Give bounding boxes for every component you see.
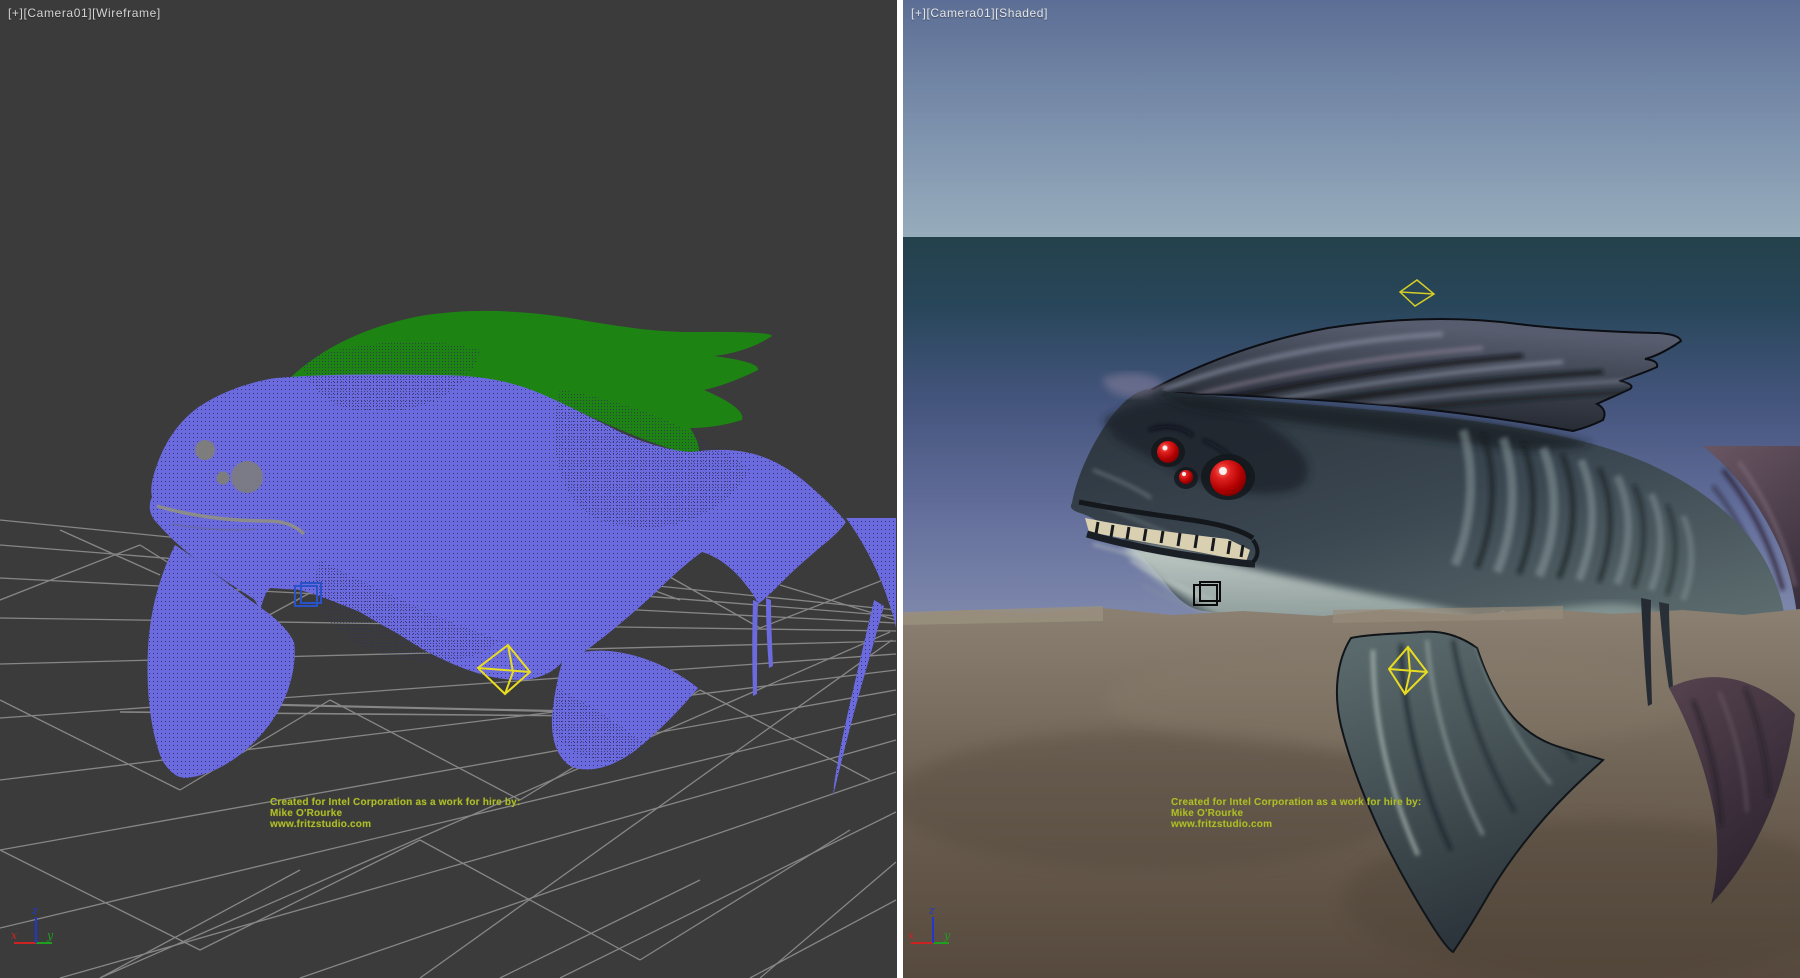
axis-y-label: y	[46, 929, 54, 942]
axis-gizmo: x y z	[2, 900, 72, 960]
axis-x-label: x	[908, 929, 915, 942]
credit-text: Created for Intel Corporation as a work …	[270, 797, 630, 830]
fish-model-wireframe[interactable]	[148, 311, 896, 796]
credit-line-3: www.fritzstudio.com	[270, 819, 630, 830]
viewport-label-shaded[interactable]: [+][Camera01][Shaded]	[911, 6, 1048, 20]
viewport-shaded[interactable]: [+][Camera01][Shaded] Created for Intel …	[903, 0, 1800, 978]
axis-z-label: z	[928, 904, 935, 917]
credit-line-3: www.fritzstudio.com	[1171, 819, 1531, 830]
credit-line-1: Created for Intel Corporation as a work …	[270, 797, 630, 808]
shaded-scene	[903, 0, 1800, 978]
credit-line-2: Mike O'Rourke	[270, 808, 630, 819]
axis-z-label: z	[31, 904, 38, 917]
dual-viewport-stage: [+][Camera01][Wireframe] Created for Int…	[0, 0, 1800, 978]
axis-gizmo-shaded: x y z	[905, 900, 975, 960]
axis-x-label: x	[11, 929, 18, 942]
credit-line-2: Mike O'Rourke	[1171, 808, 1531, 819]
viewport-wireframe[interactable]: [+][Camera01][Wireframe] Created for Int…	[0, 0, 897, 978]
wireframe-scene	[0, 0, 897, 978]
credit-text-shaded: Created for Intel Corporation as a work …	[1171, 797, 1531, 830]
axis-y-label: y	[943, 929, 951, 942]
sky	[903, 0, 1800, 238]
viewport-label-wireframe[interactable]: [+][Camera01][Wireframe]	[8, 6, 161, 20]
credit-line-1: Created for Intel Corporation as a work …	[1171, 797, 1531, 808]
